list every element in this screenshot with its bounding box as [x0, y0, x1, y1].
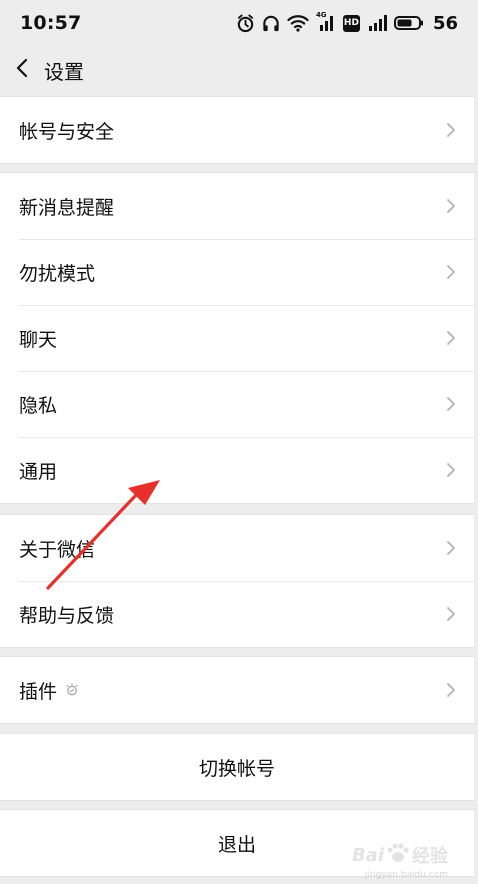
page-title: 设置	[44, 59, 84, 84]
settings-item-do-not-disturb[interactable]: 勿扰模式	[0, 239, 474, 305]
row-label: 帐号与安全	[19, 120, 115, 143]
status-time: 10:57	[20, 12, 82, 34]
signal-4g-icon: 4G	[315, 11, 336, 32]
hd-icon: HD	[342, 14, 360, 32]
settings-item-chat[interactable]: 聊天	[0, 305, 474, 371]
chevron-right-icon	[446, 682, 456, 702]
chevron-right-icon	[446, 462, 456, 482]
paw-icon	[386, 842, 410, 868]
settings-item-account-security[interactable]: 帐号与安全	[0, 97, 474, 163]
settings-item-help-feedback[interactable]: 帮助与反馈	[0, 581, 474, 647]
alarm-icon	[236, 13, 255, 33]
chevron-right-icon	[446, 198, 456, 218]
settings-item-notifications[interactable]: 新消息提醒	[0, 173, 474, 239]
settings-item-about-wechat[interactable]: 关于微信	[0, 515, 474, 581]
row-label: 聊天	[19, 328, 58, 351]
row-label: 隐私	[19, 394, 58, 417]
switch-account-button[interactable]: 切换帐号	[0, 734, 474, 800]
group-about: 关于微信 帮助与反馈	[0, 514, 474, 648]
group-account: 帐号与安全	[0, 96, 474, 164]
back-button[interactable]	[0, 46, 44, 94]
group-switch-account: 切换帐号	[0, 733, 474, 801]
lightbulb-icon	[65, 683, 79, 697]
chevron-right-icon	[446, 264, 456, 284]
row-label: 新消息提醒	[19, 196, 115, 219]
row-label: 关于微信	[19, 538, 96, 561]
chevron-left-icon	[15, 58, 29, 82]
nav-bar: 设置	[0, 46, 478, 94]
chevron-right-icon	[446, 122, 456, 142]
chevron-right-icon	[446, 330, 456, 350]
status-icons: 4G HD 56	[236, 11, 458, 34]
group-plugins: 插件	[0, 656, 474, 724]
status-bar: 10:57 4G HD 56	[0, 0, 478, 46]
battery-icon	[393, 15, 424, 31]
headphones-icon	[262, 14, 280, 33]
battery-level: 56	[432, 12, 458, 34]
signal-icon	[367, 14, 387, 32]
logout-label: 退出	[217, 833, 256, 856]
wifi-icon	[287, 14, 309, 32]
network-label: 4G	[315, 11, 327, 19]
settings-item-privacy[interactable]: 隐私	[0, 371, 474, 437]
switch-account-label: 切换帐号	[198, 757, 275, 780]
watermark-suffix: 经验	[412, 846, 448, 867]
row-label: 勿扰模式	[19, 262, 96, 285]
watermark: Bai 经验	[352, 842, 448, 868]
settings-item-general[interactable]: 通用	[0, 437, 474, 503]
settings-item-plugins[interactable]: 插件	[0, 657, 474, 723]
row-label: 帮助与反馈	[19, 604, 115, 627]
watermark-brand: Bai	[351, 844, 384, 866]
watermark-url: jingyan.baidu.com	[364, 870, 448, 880]
group-preferences: 新消息提醒 勿扰模式 聊天 隐私 通用	[0, 172, 474, 504]
chevron-right-icon	[446, 540, 456, 560]
chevron-right-icon	[446, 606, 456, 626]
hd-label: HD	[343, 18, 359, 28]
row-label: 插件	[19, 680, 58, 703]
row-label: 通用	[19, 460, 58, 483]
chevron-right-icon	[446, 396, 456, 416]
